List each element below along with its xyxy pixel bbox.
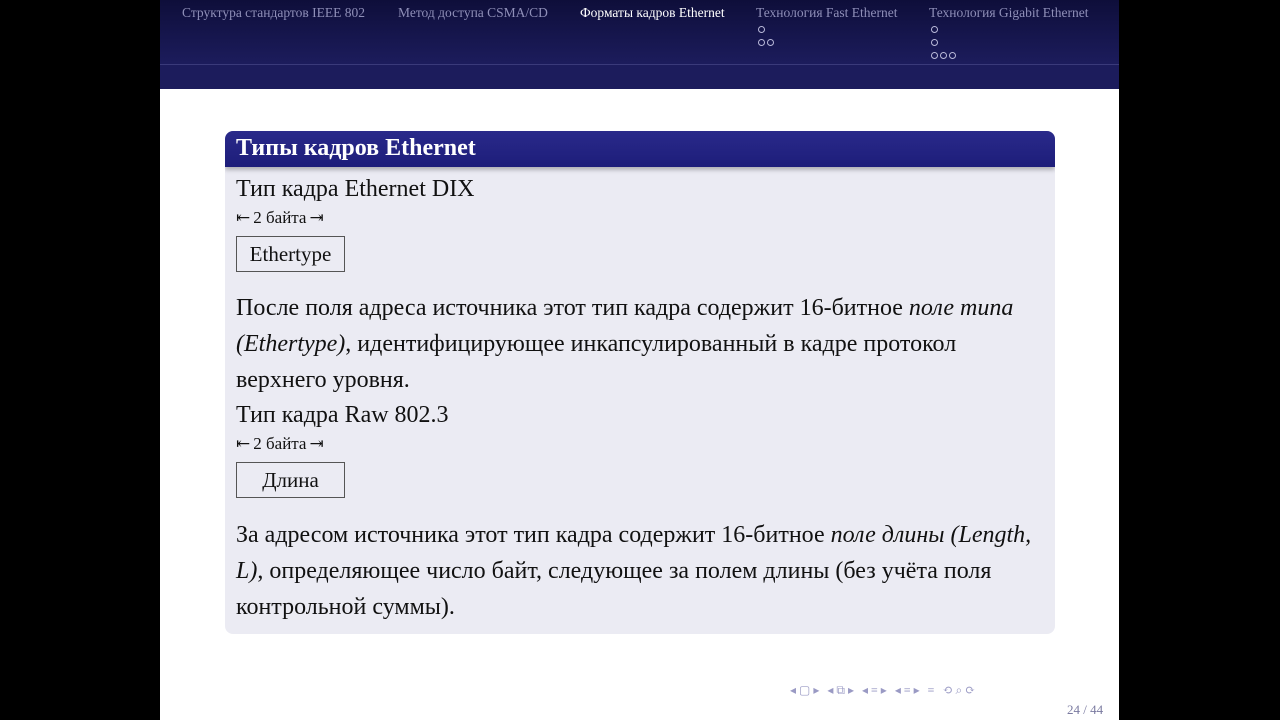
fast-ethernet-subsection-dots-1	[758, 26, 765, 33]
ethernet-dix-description: После поля адреса источника этот тип кад…	[236, 290, 1036, 398]
nav-section-ieee802[interactable]: Структура стандартов IEEE 802	[182, 5, 365, 21]
right-arrow-bar-icon: ⇥	[309, 208, 324, 227]
subsection-dot[interactable]	[767, 39, 774, 46]
subsection-dot[interactable]	[758, 26, 765, 33]
description-text: За адресом источника этот тип кадра соде…	[236, 522, 831, 548]
ethertype-field-box: Ethertype	[236, 236, 345, 272]
item-raw-8023: Тип кадра Raw 802.3	[236, 402, 449, 429]
description-text: , идентифицирующее инкапсулированный в к…	[236, 331, 957, 393]
nav-section-gigabit-ethernet[interactable]: Технология Gigabit Ethernet	[929, 5, 1089, 21]
page-number: 24 / 44	[1067, 702, 1104, 717]
section-nav-icon[interactable]: ◂ ≡ ▸	[862, 683, 887, 698]
toc-icon[interactable]: ≡	[928, 683, 935, 698]
left-arrow-bar-icon: ⇤	[236, 434, 251, 453]
field-size-indicator: ⇤ 2 байта ⇥	[236, 208, 324, 228]
item-heading: Тип кадра Ethernet DIX	[236, 176, 475, 202]
nav-section-ethernet-frames[interactable]: Форматы кадров Ethernet	[580, 5, 725, 21]
gigabit-subsection-dots-1	[931, 26, 938, 33]
right-arrow-bar-icon: ⇥	[309, 434, 324, 453]
subsection-dot[interactable]	[940, 52, 947, 59]
field-size-label: 2 байта	[253, 434, 307, 453]
subsection-dot[interactable]	[758, 39, 765, 46]
item-ethernet-dix: Тип кадра Ethernet DIX	[236, 176, 475, 203]
section-navigation: Структура стандартов IEEE 802 Метод дост…	[160, 0, 1119, 64]
field-size-label: 2 байта	[253, 208, 307, 227]
subsection-dot[interactable]	[931, 52, 938, 59]
gigabit-subsection-dots-2	[931, 39, 938, 46]
subsection-dot[interactable]	[931, 26, 938, 33]
subsection-dot[interactable]	[931, 39, 938, 46]
nav-section-fast-ethernet[interactable]: Технология Fast Ethernet	[756, 5, 898, 21]
frame-nav-icon[interactable]: ◂ ▢ ▸	[790, 683, 819, 698]
left-arrow-bar-icon: ⇤	[236, 208, 251, 227]
beamer-navigation-controls: ◂ ▢ ▸ ◂ ⧉ ▸ ◂ ≡ ▸ ◂ ≡ ▸ ≡ ⟲ ⌕ ⟳	[790, 683, 975, 698]
fast-ethernet-subsection-dots-2	[758, 39, 774, 46]
content-block: Типы кадров Ethernet Тип кадра Ethernet …	[225, 131, 1055, 634]
block-title: Типы кадров Ethernet	[225, 131, 1055, 167]
raw-8023-description: За адресом источника этот тип кадра соде…	[236, 517, 1036, 625]
section-nav-icon[interactable]: ◂ ≡ ▸	[895, 683, 920, 698]
subsection-dot[interactable]	[949, 52, 956, 59]
subsection-nav-icon[interactable]: ◂ ⧉ ▸	[827, 683, 854, 698]
field-size-indicator: ⇤ 2 байта ⇥	[236, 434, 324, 454]
search-icon[interactable]: ⟲ ⌕ ⟳	[942, 683, 975, 698]
item-heading: Тип кадра Raw 802.3	[236, 402, 449, 428]
length-field-box: Длина	[236, 462, 345, 498]
description-text: После поля адреса источника этот тип кад…	[236, 295, 909, 321]
nav-section-csma-cd[interactable]: Метод доступа CSMA/CD	[398, 5, 548, 21]
slide: Структура стандартов IEEE 802 Метод дост…	[160, 0, 1119, 720]
frame-title-bar	[160, 64, 1119, 89]
description-text: , определяющее число байт, следующее за …	[236, 558, 992, 620]
gigabit-subsection-dots-3	[931, 52, 956, 59]
